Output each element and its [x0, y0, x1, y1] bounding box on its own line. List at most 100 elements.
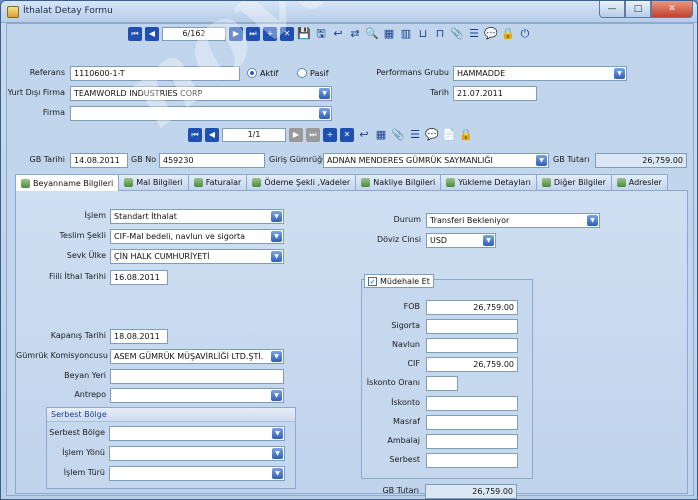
chevron-down-icon[interactable]: ▼: [271, 390, 282, 401]
chevron-down-icon[interactable]: ▼: [272, 468, 283, 479]
chevron-down-icon[interactable]: ▼: [271, 351, 282, 362]
serbest-field[interactable]: [426, 453, 518, 468]
minimize-button[interactable]: —: [599, 1, 625, 18]
tab-mal[interactable]: Mal Bilgileri: [118, 174, 189, 190]
referans-field[interactable]: 1110600-1-T: [70, 66, 240, 81]
chevron-down-icon[interactable]: ▼: [271, 211, 282, 222]
sevk-select[interactable]: ÇİN HALK CUMHURİYETİ ▼: [110, 249, 284, 264]
tab-adresler[interactable]: Adresler: [610, 174, 668, 190]
first-record-icon[interactable]: ⏮: [128, 27, 142, 41]
tab-faturalar[interactable]: Faturalar: [187, 174, 248, 190]
close-button[interactable]: ✕: [651, 1, 693, 18]
giris-select[interactable]: ADNAN MENDERES GÜMRÜK SAYMANLIĞI ▼: [323, 153, 549, 168]
list-icon[interactable]: ☰: [467, 27, 481, 41]
delete-icon[interactable]: ✕: [340, 128, 354, 142]
chevron-down-icon[interactable]: ▼: [483, 235, 494, 246]
search-icon[interactable]: 🔍: [365, 27, 379, 41]
first-record-icon[interactable]: ⏮: [188, 128, 202, 142]
chevron-down-icon[interactable]: ▼: [272, 448, 283, 459]
aktif-radio[interactable]: Aktif: [247, 68, 278, 78]
last-record-icon[interactable]: ⏭: [246, 27, 260, 41]
islem-yonu-select[interactable]: ▼: [109, 446, 285, 461]
gb-no-field[interactable]: 459230: [159, 153, 265, 168]
masraf-label: Masraf: [393, 417, 420, 426]
tab-yukleme[interactable]: Yükleme Detayları: [440, 174, 537, 190]
navlun-field[interactable]: [426, 338, 518, 353]
delete-icon[interactable]: ✕: [280, 27, 294, 41]
antrepo-select[interactable]: ▼: [110, 388, 284, 403]
chevron-down-icon[interactable]: ▼: [587, 215, 598, 226]
yurtdisi-select[interactable]: TEAMWORLD INDUSTRIES CORP ▼: [70, 86, 332, 101]
prev-record-icon[interactable]: ◀: [205, 128, 219, 142]
refresh-icon[interactable]: ⇄: [348, 27, 362, 41]
fob-field[interactable]: 26,759.00: [426, 300, 518, 315]
undo-icon[interactable]: ↩: [331, 27, 345, 41]
tab-beyanname[interactable]: Beyanname Bilgileri: [15, 174, 120, 191]
tab-label: Nakliye Bilgileri: [373, 178, 436, 187]
aktif-radio-dot: [247, 68, 257, 78]
save-close-icon[interactable]: 🖫: [314, 27, 328, 41]
masraf-field[interactable]: [426, 415, 518, 430]
islem-label: İşlem: [84, 211, 106, 220]
last-record-icon[interactable]: ⏭: [306, 128, 320, 142]
add-icon[interactable]: +: [323, 128, 337, 142]
mudehale-checkbox[interactable]: ✓ Müdehale Et: [364, 274, 434, 288]
attachment-icon[interactable]: 📎: [391, 128, 405, 142]
lock-icon[interactable]: 🔒: [501, 27, 515, 41]
fiili-field[interactable]: 16.08.2011: [110, 270, 168, 285]
lock-icon[interactable]: 🔒: [459, 128, 473, 142]
add-icon[interactable]: +: [263, 27, 277, 41]
tab-diger[interactable]: Diğer Bilgiler: [535, 174, 612, 190]
firma-select[interactable]: ▼: [70, 106, 332, 121]
iskonto-field[interactable]: [426, 396, 518, 411]
tarih-field[interactable]: 21.07.2011: [453, 86, 537, 101]
tab-odeme[interactable]: Ödeme Şekli ,Vadeler: [246, 174, 357, 190]
comment-icon[interactable]: 💬: [425, 128, 439, 142]
serbest-bolge-select[interactable]: ▼: [109, 426, 285, 441]
next-record-icon[interactable]: ▶: [229, 27, 243, 41]
chevron-down-icon[interactable]: ▼: [614, 68, 625, 79]
chevron-down-icon[interactable]: ▼: [319, 88, 330, 99]
attachment-icon[interactable]: 📎: [450, 27, 464, 41]
list-icon[interactable]: ☰: [408, 128, 422, 142]
chevron-down-icon[interactable]: ▼: [272, 428, 283, 439]
home-icon: [616, 178, 626, 187]
sigorta-field[interactable]: [426, 319, 518, 334]
chevron-down-icon[interactable]: ▼: [536, 155, 547, 166]
chevron-down-icon[interactable]: ▼: [271, 251, 282, 262]
tab-nakliye[interactable]: Nakliye Bilgileri: [355, 174, 442, 190]
comment-icon[interactable]: 💬: [484, 27, 498, 41]
chevron-down-icon[interactable]: ▼: [319, 108, 330, 119]
islem-turu-select[interactable]: ▼: [109, 466, 285, 481]
next-record-icon[interactable]: ▶: [289, 128, 303, 142]
beyan-field[interactable]: [110, 369, 284, 384]
islem-select[interactable]: Standart İthalat ▼: [110, 209, 284, 224]
tab-label: Beyanname Bilgileri: [33, 178, 114, 188]
doviz-select[interactable]: USD ▼: [426, 233, 496, 248]
durum-select[interactable]: Transferi Bekleniyor ▼: [426, 213, 600, 228]
basket-icon[interactable]: ⊔: [416, 27, 430, 41]
iskonto-orani-field[interactable]: [426, 376, 458, 391]
kapanis-field[interactable]: 18.08.2011: [110, 329, 168, 344]
prev-record-icon[interactable]: ◀: [145, 27, 159, 41]
pasif-radio[interactable]: Pasif: [297, 68, 329, 78]
chevron-down-icon[interactable]: ▼: [271, 231, 282, 242]
perf-select[interactable]: HAMMADDE ▼: [453, 66, 627, 81]
document-icon[interactable]: 📄: [442, 128, 456, 142]
maximize-button[interactable]: □: [625, 1, 651, 18]
costs-gb-tutar-field: 26,759.00: [425, 484, 517, 499]
columns-icon[interactable]: ▥: [399, 27, 413, 41]
sevk-value: ÇİN HALK CUMHURİYETİ: [114, 252, 210, 261]
basket2-icon[interactable]: ⊓: [433, 27, 447, 41]
undo-icon[interactable]: ↩: [357, 128, 371, 142]
komisyon-select[interactable]: ASEM GÜMRÜK MÜŞAVİRLİĞİ LTD.ŞTİ. ▼: [110, 349, 284, 364]
save-icon[interactable]: 💾: [297, 27, 311, 41]
cif-field[interactable]: 26,759.00: [426, 357, 518, 372]
gb-tarih-field[interactable]: 14.08.2011: [70, 153, 128, 168]
teslim-select[interactable]: CIF-Mal bedeli, navlun ve sigorta ▼: [110, 229, 284, 244]
grid-icon[interactable]: ▦: [374, 128, 388, 142]
tarih-label: Tarih: [429, 88, 449, 97]
grid-icon[interactable]: ▦: [382, 27, 396, 41]
power-icon[interactable]: ⏻: [518, 27, 532, 41]
ambalaj-field[interactable]: [426, 434, 518, 449]
